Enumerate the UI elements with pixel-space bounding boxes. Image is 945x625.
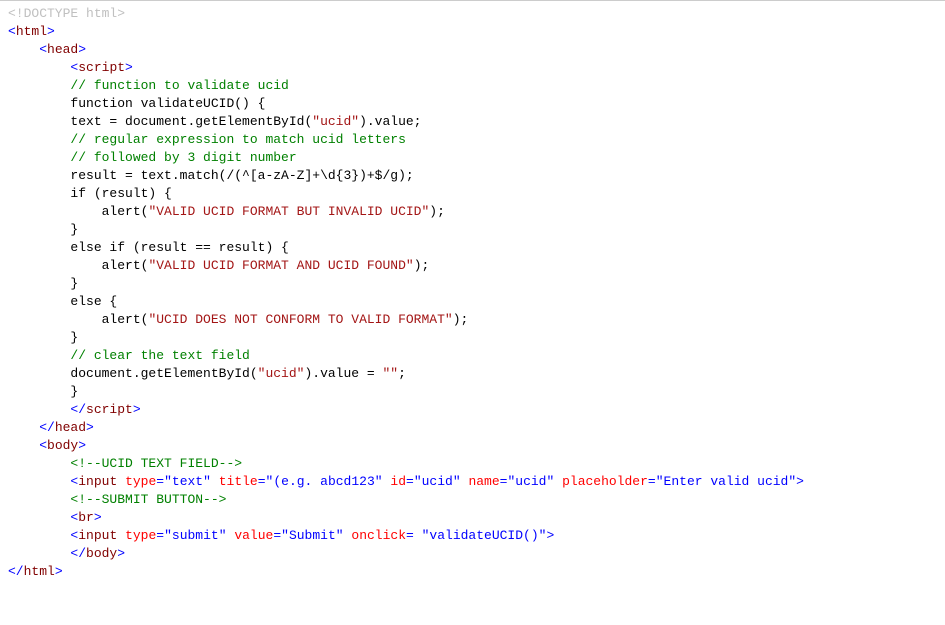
code-line[interactable]: <!--UCID TEXT FIELD--> xyxy=(8,455,941,473)
code-line[interactable]: else { xyxy=(8,293,941,311)
code-line[interactable]: <script> xyxy=(8,59,941,77)
code-line[interactable]: if (result) { xyxy=(8,185,941,203)
code-line[interactable]: <input type="submit" value="Submit" oncl… xyxy=(8,527,941,545)
code-line[interactable]: <!DOCTYPE html> xyxy=(8,5,941,23)
code-line[interactable]: alert("VALID UCID FORMAT BUT INVALID UCI… xyxy=(8,203,941,221)
code-line[interactable]: <body> xyxy=(8,437,941,455)
code-line[interactable]: result = text.match(/(^[a-zA-Z]+\d{3})+$… xyxy=(8,167,941,185)
code-line[interactable]: <!--SUBMIT BUTTON--> xyxy=(8,491,941,509)
code-line[interactable]: text = document.getElementById("ucid").v… xyxy=(8,113,941,131)
code-line[interactable]: } xyxy=(8,329,941,347)
code-line[interactable]: </body> xyxy=(8,545,941,563)
code-line[interactable]: document.getElementById("ucid").value = … xyxy=(8,365,941,383)
code-line[interactable]: </head> xyxy=(8,419,941,437)
code-line[interactable]: <br> xyxy=(8,509,941,527)
code-line[interactable]: } xyxy=(8,383,941,401)
code-editor[interactable]: <!DOCTYPE html><html> <head> <script> //… xyxy=(0,0,945,625)
code-line[interactable]: else if (result == result) { xyxy=(8,239,941,257)
code-line[interactable]: <html> xyxy=(8,23,941,41)
code-line[interactable]: alert("VALID UCID FORMAT AND UCID FOUND"… xyxy=(8,257,941,275)
code-line[interactable]: <input type="text" title="(e.g. abcd123"… xyxy=(8,473,941,491)
code-line[interactable]: // followed by 3 digit number xyxy=(8,149,941,167)
code-line[interactable]: // regular expression to match ucid lett… xyxy=(8,131,941,149)
code-line[interactable]: function validateUCID() { xyxy=(8,95,941,113)
code-line[interactable]: // clear the text field xyxy=(8,347,941,365)
code-line[interactable]: } xyxy=(8,221,941,239)
code-line[interactable]: } xyxy=(8,275,941,293)
code-line[interactable]: </html> xyxy=(8,563,941,581)
code-line[interactable]: </script> xyxy=(8,401,941,419)
code-content[interactable]: <!DOCTYPE html><html> <head> <script> //… xyxy=(0,1,945,585)
code-line[interactable]: // function to validate ucid xyxy=(8,77,941,95)
code-line[interactable]: <head> xyxy=(8,41,941,59)
code-line[interactable]: alert("UCID DOES NOT CONFORM TO VALID FO… xyxy=(8,311,941,329)
